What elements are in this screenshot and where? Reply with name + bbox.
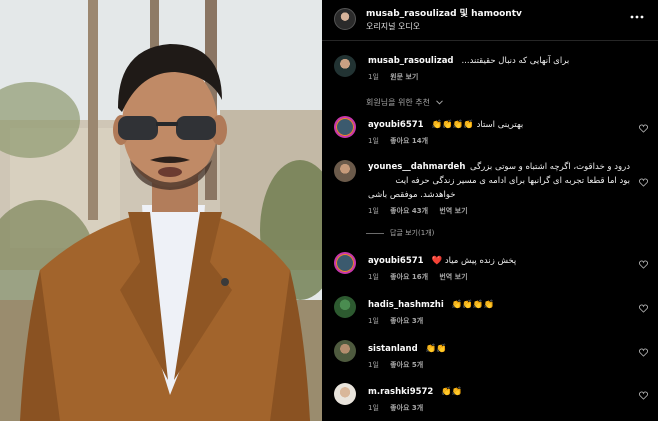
caption-text: برای آنهایی که دنبال حقیقتند...: [461, 56, 570, 66]
comments-panel: musab_rasoulizad 및 hamoontv 오리지널 오디오 mus…: [322, 0, 658, 421]
comment-text: 👏👏: [441, 387, 463, 397]
chevron-down-icon: [435, 100, 443, 105]
comment-text-line: خواهدشد. موفقص باشی: [368, 190, 456, 200]
comment-username[interactable]: sistanland 👏👏: [368, 344, 447, 354]
comment-meta: 1일 좋아요 14개: [368, 136, 437, 146]
suggested-label[interactable]: 회원님을 위한 추천: [366, 97, 443, 108]
see-translation-button[interactable]: 번역 보기: [439, 207, 467, 215]
heart-outline-icon[interactable]: [639, 260, 648, 269]
comment-text-line: درود و خداقوت، اگرچه اشتباه و سوتی بزرگی: [469, 162, 630, 172]
avatar[interactable]: [334, 160, 356, 182]
comment-time: 1일: [368, 404, 379, 412]
comment-meta: 1일 좋아요 5개: [368, 360, 432, 370]
comment-likes[interactable]: 좋아요 5개: [390, 361, 423, 369]
avatar[interactable]: [334, 116, 356, 138]
comment-time: 1일: [368, 317, 379, 325]
heart-outline-icon[interactable]: [639, 304, 648, 313]
comment-meta: 1일 좋아요 3개: [368, 316, 432, 326]
comment-text: بهترینی استاد 👏👏👏👏: [431, 120, 524, 130]
comment-meta: 1일 좋아요 16개 번역 보기: [368, 272, 477, 282]
audio-label[interactable]: 오리지널 오디오: [366, 21, 420, 32]
comment-text: 👏👏👏👏: [451, 300, 495, 310]
comment-text: 👏👏: [425, 344, 447, 354]
avatar[interactable]: [334, 383, 356, 405]
caption-time: 1일: [368, 73, 379, 81]
comment-time: 1일: [368, 361, 379, 369]
avatar[interactable]: [334, 340, 356, 362]
comment-likes[interactable]: 좋아요 16개: [390, 273, 428, 281]
more-horizontal-icon[interactable]: [630, 10, 644, 24]
video-still: [0, 0, 322, 421]
caption-username[interactable]: musab_rasoulizad برای آنهایی که دنبال حق…: [368, 56, 569, 66]
see-translation-button[interactable]: 번역 보기: [439, 273, 467, 281]
heart-outline-icon[interactable]: [639, 348, 648, 357]
comment-likes[interactable]: 좋아요 3개: [390, 317, 423, 325]
author-avatar[interactable]: [334, 8, 356, 30]
heart-outline-icon[interactable]: [639, 124, 648, 133]
heart-outline-icon[interactable]: [639, 178, 648, 187]
comment-time: 1일: [368, 207, 379, 215]
avatar[interactable]: [334, 252, 356, 274]
view-replies-button[interactable]: 답글 보기(1개): [366, 228, 434, 238]
comment-username[interactable]: hadis_hashmzhi 👏👏👏👏: [368, 300, 494, 310]
comment-username[interactable]: ayoubi6571 پخش زنده پیش میاد ❤️: [368, 256, 516, 266]
comment-likes[interactable]: 좋아요 3개: [390, 404, 423, 412]
comment-text-line: بود اما قطعا تجربه ای گرانبها برای ادامه…: [395, 176, 630, 186]
comment-text: پخش زنده پیش میاد ❤️: [431, 256, 517, 266]
header-divider: [322, 40, 658, 41]
post-authors[interactable]: musab_rasoulizad 및 hamoontv: [366, 6, 522, 19]
comment-time: 1일: [368, 273, 379, 281]
comment-meta: 1일 좋아요 43개 번역 보기: [368, 206, 477, 216]
video-frame[interactable]: [0, 0, 322, 421]
comment-likes[interactable]: 좋아요 43개: [390, 207, 428, 215]
comment-likes[interactable]: 좋아요 14개: [390, 137, 428, 145]
avatar[interactable]: [334, 55, 356, 77]
comment-meta: 1일 좋아요 3개: [368, 403, 432, 413]
comment-username[interactable]: m.rashki9572 👏👏: [368, 387, 463, 397]
comment-username[interactable]: ayoubi6571 بهترینی استاد 👏👏👏👏: [368, 120, 523, 130]
comment-time: 1일: [368, 137, 379, 145]
avatar[interactable]: [334, 296, 356, 318]
caption-meta: 1일 원문 보기: [368, 72, 427, 82]
post-header: musab_rasoulizad 및 hamoontv 오리지널 오디오: [322, 0, 658, 40]
see-original-button[interactable]: 원문 보기: [390, 73, 418, 81]
heart-outline-icon[interactable]: [639, 391, 648, 400]
